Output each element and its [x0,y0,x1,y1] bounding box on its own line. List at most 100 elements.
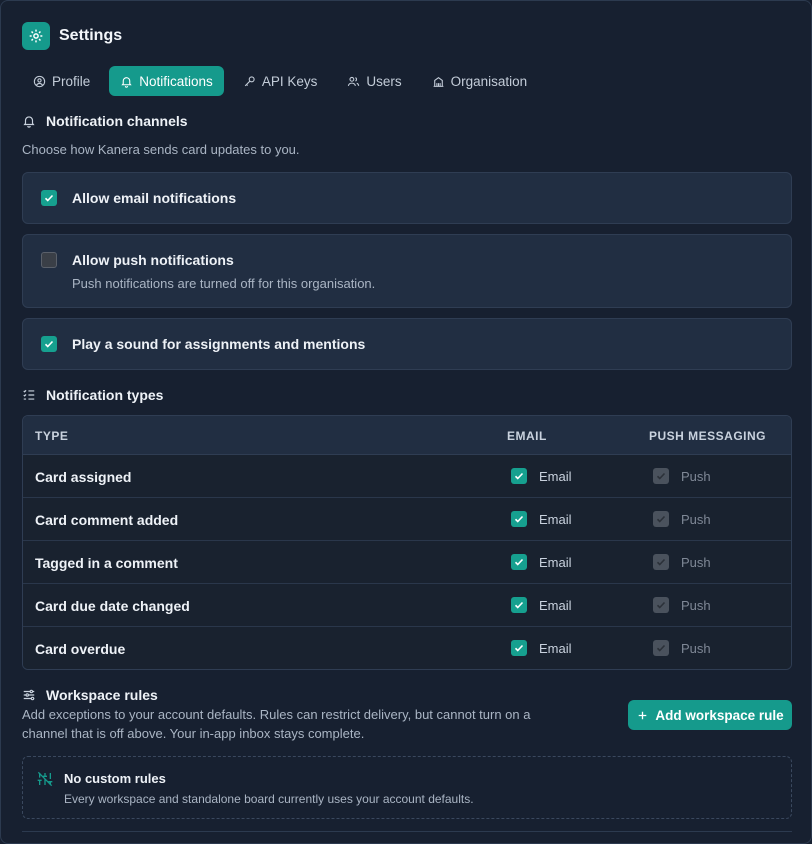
channels-heading: Notification channels [22,113,188,129]
table-row: Tagged in a comment Email Push [23,541,791,584]
channels-description: Choose how Kanera sends card updates to … [22,142,300,157]
push-cell-label: Push [681,554,711,570]
rules-description-line: channel that is off above. Your in-app i… [22,726,365,741]
bottom-divider [22,831,792,832]
tab-label: Organisation [450,73,528,89]
push-cell: Push [653,554,711,570]
tab-label: Users [366,73,402,89]
email-channel-card: Allow email notifications [22,172,792,224]
email-type-checkbox[interactable] [511,640,527,656]
email-notifications-label: Allow email notifications [72,190,237,206]
table-row: Card comment added Email Push [23,498,791,541]
notification-types-table: TYPE EMAIL PUSH MESSAGING Card assigned E… [22,415,792,670]
check-icon [656,472,666,480]
push-cell: Push [653,511,711,527]
check-icon [514,472,524,480]
email-cell: Email [511,597,572,613]
rules-heading-text: Workspace rules [46,687,158,703]
email-type-checkbox[interactable] [511,468,527,484]
empty-rules-sub: Every workspace and standalone board cur… [64,792,474,806]
check-icon [44,340,54,348]
email-cell: Email [511,554,572,570]
add-workspace-rule-label: Add workspace rule [655,707,784,723]
check-icon [44,194,54,202]
notification-type-name: Tagged in a comment [35,555,178,571]
column-email: EMAIL [507,429,547,443]
push-cell-label: Push [681,511,711,527]
tab-label: Notifications [139,73,213,89]
check-icon [656,644,666,652]
empty-rules-title: No custom rules [64,771,166,786]
email-cell-label: Email [539,468,572,484]
email-type-checkbox[interactable] [511,597,527,613]
push-cell: Push [653,468,711,484]
sound-checkbox[interactable] [41,336,57,352]
empty-rules-state: No custom rules Every workspace and stan… [22,756,792,819]
push-type-checkbox [653,554,669,570]
no-rules-icon [37,771,53,787]
rules-description-line: Add exceptions to your account defaults.… [22,707,531,722]
sliders-icon [23,689,35,701]
tab-api-keys[interactable]: API Keys [232,66,329,96]
push-notifications-label: Allow push notifications [72,252,234,268]
push-cell-label: Push [681,597,711,613]
email-cell-label: Email [539,640,572,656]
table-row: Card assigned Email Push [23,455,791,498]
settings-header: Settings [22,22,122,50]
check-icon [656,558,666,566]
bell-icon [23,116,35,128]
user-circle-icon [33,75,46,87]
column-push: PUSH MESSAGING [649,429,767,443]
sound-channel-card: Play a sound for assignments and mention… [22,318,792,370]
email-cell-label: Email [539,511,572,527]
tab-notifications[interactable]: Notifications [109,66,224,96]
notification-type-name: Card overdue [35,641,126,657]
users-icon [348,76,360,86]
table-row: Card overdue Email Push [23,627,791,669]
tab-organisation[interactable]: Organisation [421,66,539,96]
push-notifications-hint: Push notifications are turned off for th… [72,276,376,291]
channels-heading-text: Notification channels [46,113,188,129]
push-channel-card: Allow push notifications Push notificati… [22,234,792,308]
tab-users[interactable]: Users [336,66,412,96]
types-heading: Notification types [22,387,163,403]
column-type: TYPE [35,429,69,443]
push-cell: Push [653,640,711,656]
check-icon [514,515,524,523]
settings-tabs: Profile Notifications API Keys Users Org… [22,66,538,96]
notification-type-name: Card assigned [35,469,132,485]
list-checks-icon [23,389,35,400]
email-type-checkbox[interactable] [511,511,527,527]
rules-description: Add exceptions to your account defaults.… [22,705,531,743]
push-notifications-checkbox[interactable] [41,252,57,268]
email-cell: Email [511,468,572,484]
tab-profile[interactable]: Profile [22,66,101,96]
tab-label: Profile [52,73,91,89]
types-heading-text: Notification types [46,387,164,403]
push-type-checkbox [653,511,669,527]
gear-icon [22,22,50,50]
notification-type-name: Card comment added [35,512,179,528]
check-icon [514,601,524,609]
key-icon [244,75,255,86]
push-cell-label: Push [681,468,711,484]
email-cell-label: Email [539,554,572,570]
push-cell: Push [653,597,711,613]
check-icon [656,515,666,523]
sound-label: Play a sound for assignments and mention… [72,336,366,352]
add-workspace-rule-button[interactable]: Add workspace rule [628,700,792,730]
building-icon [433,76,443,87]
push-type-checkbox [653,640,669,656]
check-icon [656,601,666,609]
plus-icon [639,711,647,719]
push-type-checkbox [653,597,669,613]
rules-heading: Workspace rules [22,687,158,703]
table-row: Card due date changed Email Push [23,584,791,627]
email-notifications-checkbox[interactable] [41,190,57,206]
page-title: Settings [59,27,123,44]
tab-label: API Keys [261,73,318,89]
email-type-checkbox[interactable] [511,554,527,570]
push-cell-label: Push [681,640,711,656]
check-icon [514,644,524,652]
settings-window: Settings Profile Notifications API Keys … [0,0,812,844]
